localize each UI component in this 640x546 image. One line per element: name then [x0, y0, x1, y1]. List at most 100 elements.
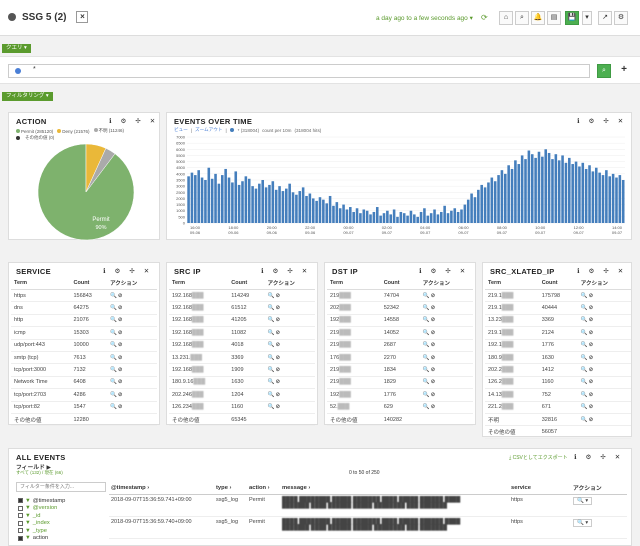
histogram-bar[interactable]: [541, 156, 544, 223]
histogram-bar[interactable]: [375, 207, 379, 223]
histogram-bar[interactable]: [429, 213, 433, 223]
move-icon[interactable]: ✢: [600, 453, 605, 461]
info-icon[interactable]: ℹ: [577, 267, 579, 275]
histogram-bar[interactable]: [547, 152, 551, 223]
histogram-bar[interactable]: [352, 211, 355, 223]
term-cell[interactable]: 192.1███: [485, 339, 539, 352]
close-icon[interactable]: ✕: [618, 117, 623, 125]
search-button-top[interactable]: ⌕: [515, 11, 529, 25]
info-icon[interactable]: ℹ: [419, 267, 421, 275]
search-button[interactable]: ⌕: [597, 64, 611, 78]
term-cell[interactable]: 13.231.███: [169, 351, 229, 365]
histogram-bar[interactable]: [295, 194, 298, 223]
histogram-bar[interactable]: [551, 159, 554, 223]
histogram-bar[interactable]: [514, 160, 517, 223]
histogram-bar[interactable]: [291, 192, 295, 223]
term-actions[interactable]: 🔍⊘: [577, 413, 631, 427]
histogram-bar[interactable]: [190, 172, 194, 223]
term-actions[interactable]: 🔍⊘: [264, 301, 315, 315]
share-button[interactable]: ↗: [598, 11, 612, 25]
term-actions[interactable]: 🔍⊘: [107, 351, 157, 365]
histogram-bar[interactable]: [443, 205, 446, 223]
column-header[interactable]: アクション: [577, 277, 631, 290]
close-icon[interactable]: ✕: [615, 453, 620, 461]
term-cell[interactable]: 192███: [327, 314, 381, 328]
histogram-bar[interactable]: [591, 171, 595, 223]
histogram-bar[interactable]: [561, 155, 564, 223]
field-item[interactable]: ▼ @version: [18, 505, 65, 513]
histogram-bar[interactable]: [261, 180, 264, 223]
histogram-bar[interactable]: [372, 211, 376, 223]
column-header[interactable]: アクション: [419, 277, 473, 290]
field-checkbox[interactable]: [18, 520, 23, 526]
column-header[interactable]: @timestamp ›: [109, 481, 214, 495]
term-actions[interactable]: 🔍⊘: [264, 401, 315, 414]
term-actions[interactable]: 🔍⊘: [264, 289, 315, 303]
histogram-bar[interactable]: [500, 170, 504, 223]
histogram-bar[interactable]: [210, 178, 214, 223]
histogram-bar[interactable]: [423, 208, 426, 223]
field-checkbox[interactable]: [18, 528, 23, 534]
term-cell[interactable]: tcp/port:2703: [11, 388, 71, 402]
term-cell[interactable]: tcp/port:82: [11, 401, 71, 414]
field-item[interactable]: ▼ _index: [18, 520, 65, 528]
term-actions[interactable]: 🔍⊘: [264, 376, 315, 390]
column-header[interactable]: Count: [70, 277, 108, 290]
histogram-bar[interactable]: [305, 195, 308, 223]
histogram-bar[interactable]: [214, 173, 217, 223]
gear-icon[interactable]: ⚙: [272, 267, 278, 275]
info-icon[interactable]: ℹ: [577, 117, 579, 125]
query-input[interactable]: [8, 64, 590, 78]
histogram-bar[interactable]: [194, 175, 197, 223]
info-icon[interactable]: ℹ: [261, 267, 263, 275]
term-actions[interactable]: 🔍⊘: [577, 339, 631, 352]
histogram-bar[interactable]: [301, 187, 305, 223]
move-icon[interactable]: ✢: [445, 267, 450, 275]
term-actions[interactable]: 🔍⊘: [419, 401, 473, 414]
term-cell[interactable]: 180.9.16███: [169, 376, 229, 390]
histogram-bar[interactable]: [308, 193, 312, 223]
query-row-label[interactable]: クエリ ▾: [2, 44, 31, 53]
settings-button[interactable]: ⚙: [614, 11, 628, 25]
term-actions[interactable]: 🔍⊘: [107, 289, 157, 303]
move-icon[interactable]: ✢: [129, 267, 134, 275]
histogram-bar[interactable]: [399, 211, 403, 223]
move-icon[interactable]: ✢: [287, 267, 292, 275]
column-header[interactable]: Count: [538, 277, 578, 290]
term-cell[interactable]: tcp/port:3000: [11, 363, 71, 377]
term-actions[interactable]: 🔍⊘: [107, 388, 157, 402]
histogram-bar[interactable]: [416, 216, 419, 223]
histogram-bar[interactable]: [338, 208, 342, 223]
histogram-bar[interactable]: [359, 213, 362, 223]
histogram-bar[interactable]: [611, 173, 615, 223]
column-header[interactable]: service: [509, 481, 571, 495]
histogram-bar[interactable]: [436, 214, 440, 223]
histogram-bar[interactable]: [244, 176, 248, 223]
term-cell[interactable]: udp/port:443: [11, 339, 71, 352]
term-actions[interactable]: 🔍⊘: [107, 301, 157, 315]
term-cell[interactable]: 192.168███: [169, 301, 229, 315]
close-icon[interactable]: ✕: [144, 267, 149, 275]
histogram-bar[interactable]: [396, 216, 399, 223]
histogram-bar[interactable]: [537, 151, 541, 223]
histogram-bar[interactable]: [187, 176, 190, 223]
gear-icon[interactable]: ⚙: [588, 117, 594, 125]
field-item[interactable]: ▼ _type: [18, 527, 65, 535]
column-header[interactable]: Term: [169, 277, 229, 290]
histogram-bar[interactable]: [557, 160, 561, 223]
field-item[interactable]: ▼ _id: [18, 512, 65, 520]
legend-item-unknown[interactable]: 不明 (11246): [93, 128, 124, 134]
term-actions[interactable]: 🔍⊘: [419, 351, 473, 365]
term-cell[interactable]: 192.168███: [169, 363, 229, 377]
histogram-bar[interactable]: [389, 214, 393, 223]
histogram-bar[interactable]: [608, 176, 612, 223]
histogram-bar[interactable]: [207, 167, 211, 223]
histogram-bar[interactable]: [345, 209, 349, 223]
term-cell[interactable]: 219███: [327, 376, 381, 390]
histogram-bar[interactable]: [406, 215, 409, 223]
table-row[interactable]: 2018-09-07T15:36:59.741+09:00 ssg5_log Per…: [109, 495, 627, 517]
histogram-bar[interactable]: [379, 215, 382, 223]
histogram-bar[interactable]: [483, 187, 487, 223]
histogram-bar[interactable]: [433, 209, 436, 223]
histogram-bar[interactable]: [507, 165, 510, 223]
